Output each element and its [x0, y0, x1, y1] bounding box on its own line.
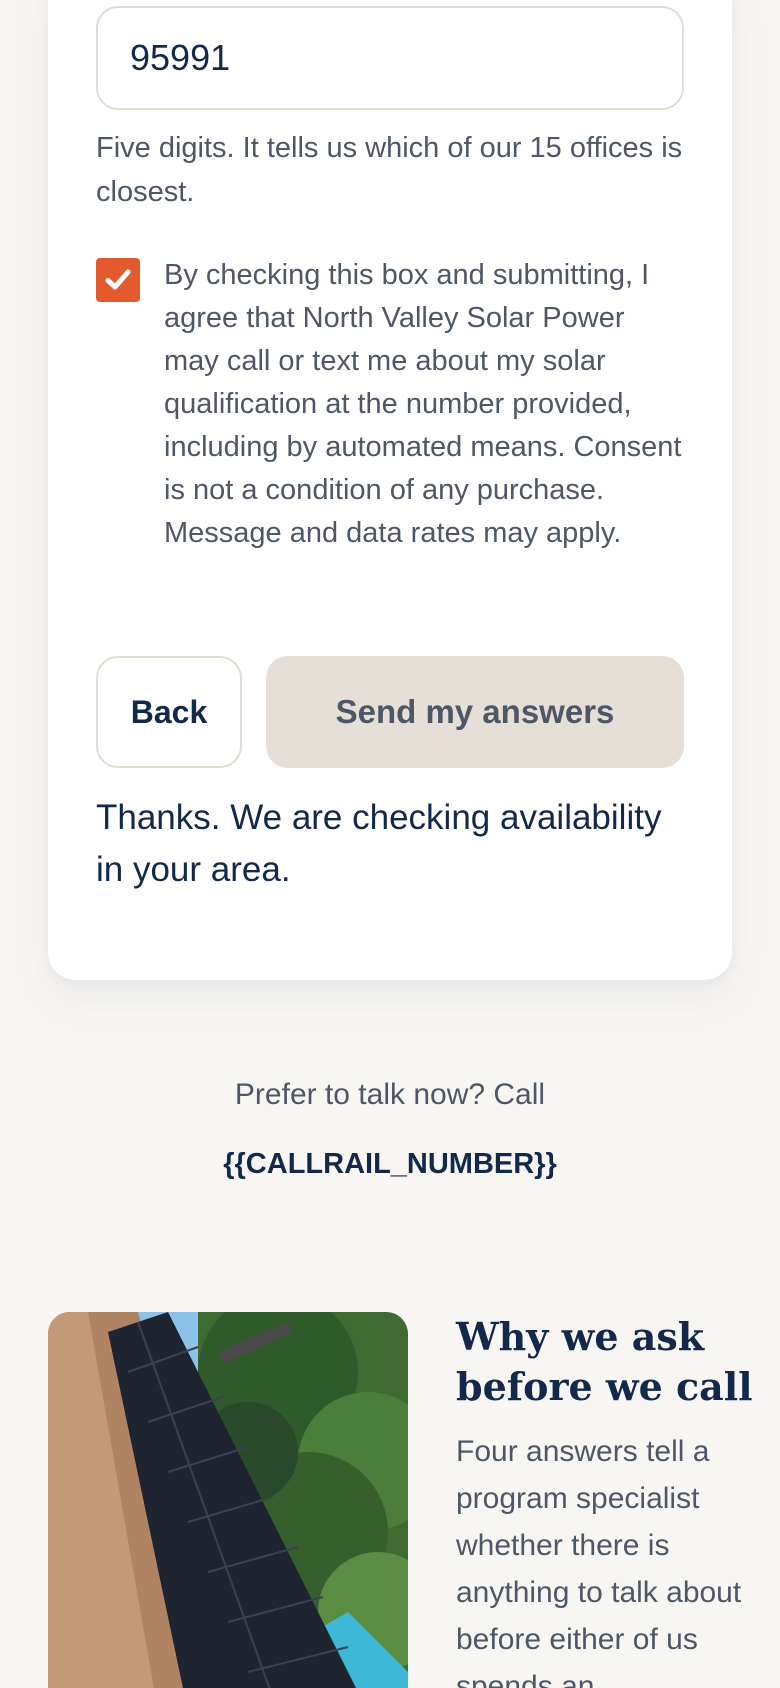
back-button[interactable]: Back: [96, 656, 242, 768]
call-prompt: Prefer to talk now? Call: [234, 1078, 546, 1111]
why-we-ask-body: Four answers tell a program specialist w…: [456, 1435, 742, 1688]
zip-code-input[interactable]: [96, 6, 684, 110]
consent-checkbox[interactable]: [96, 258, 140, 302]
send-answers-button[interactable]: Send my answers: [266, 656, 684, 768]
zip-help-text: Five digits. It tells us which of our 15…: [96, 132, 683, 208]
why-we-ask-heading: Why we ask before we call: [456, 1314, 753, 1409]
check-icon: [105, 269, 131, 290]
rooftop-solar-photo: [48, 1312, 408, 1688]
status-message: Thanks. We are checking availability in …: [96, 798, 662, 889]
phone-number-link[interactable]: {{CALLRAIL_NUMBER}}: [0, 1148, 780, 1181]
page: Five digits. It tells us which of our 15…: [0, 0, 780, 1688]
consent-text: By checking this box and submitting, I a…: [164, 259, 682, 549]
